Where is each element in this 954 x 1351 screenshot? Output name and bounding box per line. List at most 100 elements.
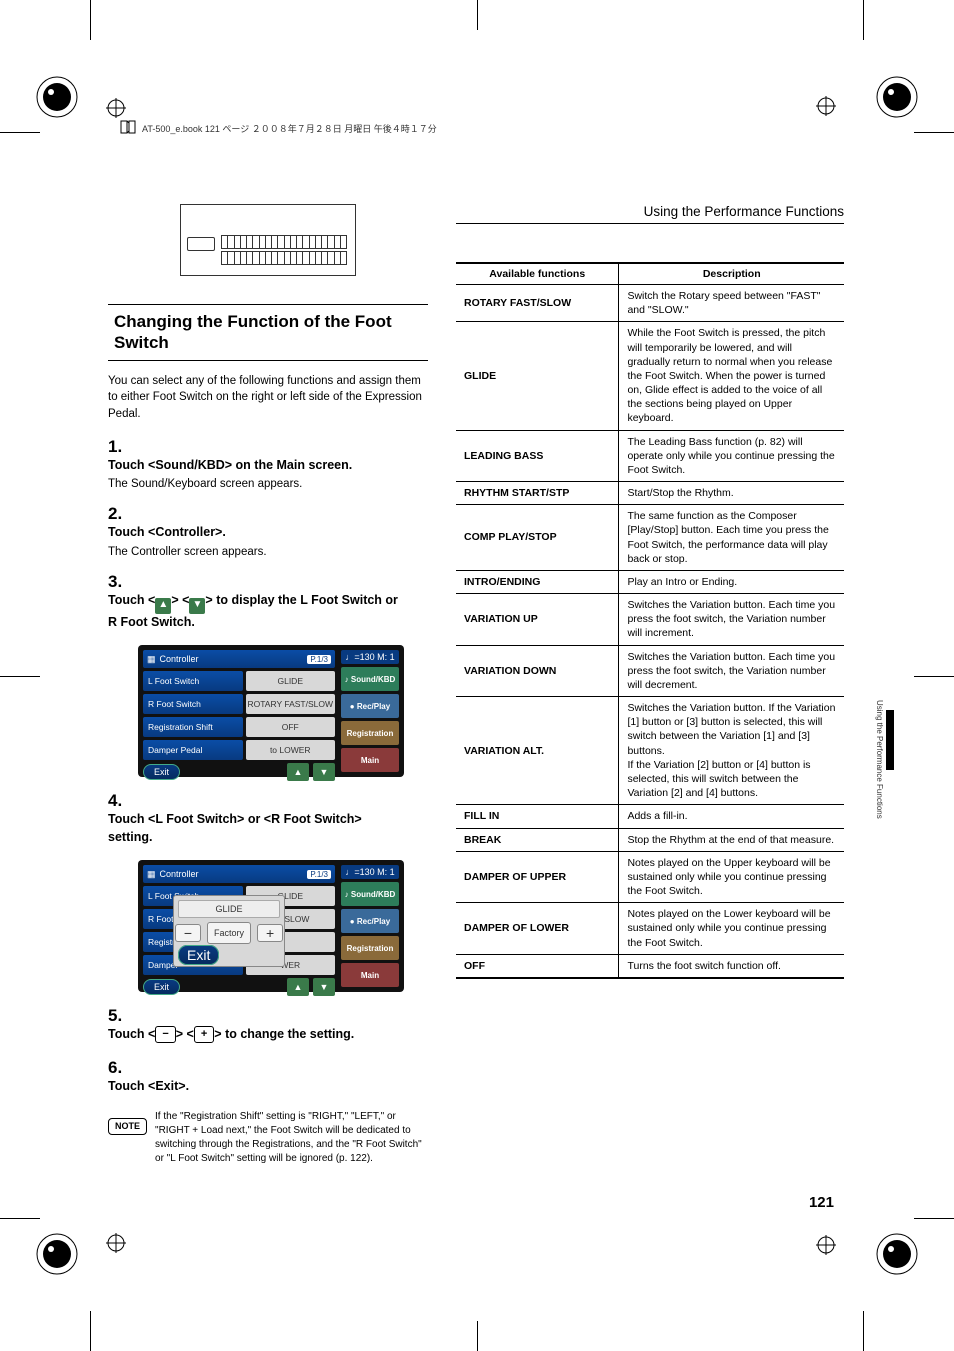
page-number: 121 [809, 1194, 834, 1211]
overlay-value: GLIDE [178, 900, 280, 918]
step-number: 5. [108, 1006, 132, 1026]
reg-mark-tr [816, 96, 836, 116]
book-icon [120, 120, 136, 136]
side-tab-label: Using the Performance Functions [875, 700, 884, 819]
step-number: 4. [108, 791, 132, 811]
note-text: If the "Registration Shift" setting is "… [155, 1110, 428, 1166]
row-value[interactable]: OFF [246, 717, 336, 737]
tempo-display: ♩=130 M: 1 [341, 865, 399, 879]
row-label[interactable]: Registration Shift [143, 717, 243, 737]
step-number: 2. [108, 504, 132, 524]
side-tab-bar [886, 710, 894, 770]
window-icon: ▦ [147, 654, 156, 665]
header-text: AT-500_e.book 121 ページ ２００８年７月２８日 月曜日 午後４… [142, 122, 437, 135]
step-title: Touch <Sound/KBD> on the Main screen. [108, 457, 400, 475]
step-title: Touch <L Foot Switch> or <R Foot Switch>… [108, 811, 400, 846]
table-row: VARIATION UPSwitches the Variation butto… [456, 594, 844, 646]
row-label[interactable]: R Foot Switch [143, 694, 243, 714]
corner-mark-bl [34, 1231, 80, 1277]
step-subtext: The Sound/Keyboard screen appears. [108, 478, 400, 490]
reg-mark-tl [106, 98, 126, 118]
overlay-exit-button[interactable]: Exit [178, 945, 219, 965]
step-number: 1. [108, 437, 132, 457]
plus-button[interactable]: + [257, 924, 283, 942]
table-row: FILL INAdds a fill-in. [456, 805, 844, 828]
row-value[interactable]: GLIDE [246, 671, 336, 691]
table-row: ROTARY FAST/SLOWSwitch the Rotary speed … [456, 285, 844, 322]
step-title: Touch <Exit>. [108, 1078, 400, 1096]
step-1: 1. Touch <Sound/KBD> on the Main screen.… [108, 437, 428, 491]
step-subtext: The Controller screen appears. [108, 546, 400, 558]
row-label[interactable]: L Foot Switch [143, 671, 243, 691]
screen-page: P.1/3 [307, 655, 331, 664]
exit-button[interactable]: Exit [143, 979, 180, 995]
arrow-up-button[interactable]: ▲ [287, 763, 309, 781]
screen-title: Controller [160, 869, 304, 879]
note-box: NOTE If the "Registration Shift" setting… [108, 1110, 428, 1166]
registration-button[interactable]: Registration [341, 721, 399, 745]
corner-mark-tl [34, 74, 80, 120]
corner-mark-br [874, 1231, 920, 1277]
arrow-down-button[interactable]: ▼ [313, 763, 335, 781]
table-row: DAMPER OF UPPERNotes played on the Upper… [456, 851, 844, 903]
corner-mark-tr [874, 74, 920, 120]
table-header: Description [619, 263, 844, 285]
table-row: LEADING BASSThe Leading Bass function (p… [456, 430, 844, 482]
rec-play-button[interactable]: ● Rec/Play [341, 909, 399, 933]
breadcrumb: Using the Performance Functions [456, 204, 844, 224]
step-6: 6. Touch <Exit>. [108, 1058, 428, 1096]
table-row: RHYTHM START/STPStart/Stop the Rhythm. [456, 482, 844, 505]
arrow-down-icon: ▼ [189, 598, 205, 614]
step-title: Touch <▲> <▼> to display the L Foot Swit… [108, 592, 400, 632]
factory-button[interactable]: Factory [207, 922, 251, 944]
step-title: Touch <−> <+> to change the setting. [108, 1026, 400, 1044]
rec-play-button[interactable]: ● Rec/Play [341, 694, 399, 718]
row-value[interactable]: ROTARY FAST/SLOW [246, 694, 336, 714]
main-button[interactable]: Main [341, 963, 399, 987]
table-row: OFFTurns the foot switch function off. [456, 954, 844, 978]
table-row: VARIATION DOWNSwitches the Variation but… [456, 645, 844, 697]
registration-button[interactable]: Registration [341, 936, 399, 960]
table-row: INTRO/ENDINGPlay an Intro or Ending. [456, 570, 844, 593]
step-number: 3. [108, 572, 132, 592]
functions-table: Available functions Description ROTARY F… [456, 262, 844, 979]
arrow-down-button[interactable]: ▼ [313, 978, 335, 996]
tempo-display: ♩=130 M: 1 [341, 650, 399, 664]
row-value[interactable]: to LOWER [246, 740, 336, 760]
step-number: 6. [108, 1058, 132, 1078]
table-row: VARIATION ALT.Switches the Variation but… [456, 697, 844, 805]
arrow-up-button[interactable]: ▲ [287, 978, 309, 996]
step-5: 5. Touch <−> <+> to change the setting. [108, 1006, 428, 1044]
step-title: Touch <Controller>. [108, 524, 400, 542]
section-heading: Changing the Function of the Foot Switch [108, 304, 428, 361]
minus-box: − [155, 1026, 175, 1043]
arrow-up-icon: ▲ [155, 598, 171, 614]
table-header: Available functions [456, 263, 619, 285]
page-header-line: AT-500_e.book 121 ページ ２００８年７月２８日 月曜日 午後４… [60, 120, 894, 204]
step-4: 4. Touch <L Foot Switch> or <R Foot Swit… [108, 791, 428, 846]
table-row: COMP PLAY/STOPThe same function as the C… [456, 505, 844, 571]
intro-text: You can select any of the following func… [108, 373, 428, 423]
right-column: Using the Performance Functions Availabl… [456, 204, 844, 1166]
screen-page: P.1/3 [307, 870, 331, 879]
exit-button[interactable]: Exit [143, 764, 180, 780]
left-column: Changing the Function of the Foot Switch… [108, 204, 428, 1166]
sound-kbd-button[interactable]: ♪ Sound/KBD [341, 667, 399, 691]
window-icon: ▦ [147, 869, 156, 880]
page-frame: AT-500_e.book 121 ページ ２００８年７月２８日 月曜日 午後４… [60, 120, 894, 1231]
reg-mark-br [816, 1235, 836, 1255]
table-row: GLIDEWhile the Foot Switch is pressed, t… [456, 322, 844, 430]
sound-kbd-button[interactable]: ♪ Sound/KBD [341, 882, 399, 906]
step-3: 3. Touch <▲> <▼> to display the L Foot S… [108, 572, 428, 632]
row-label[interactable]: Damper Pedal [143, 740, 243, 760]
table-row: BREAKStop the Rhythm at the end of that … [456, 828, 844, 851]
minus-button[interactable]: − [175, 924, 201, 942]
main-button[interactable]: Main [341, 748, 399, 772]
device-screen-2: ▦ Controller P.1/3 L Foot SwitchGLIDE R … [138, 860, 404, 992]
plus-box: + [194, 1026, 214, 1043]
screen-title: Controller [160, 654, 304, 664]
side-tab: Using the Performance Functions [876, 630, 894, 990]
step-2: 2. Touch <Controller>. The Controller sc… [108, 504, 428, 558]
device-screen-1: ▦ Controller P.1/3 L Foot SwitchGLIDE R … [138, 645, 404, 777]
table-row: DAMPER OF LOWERNotes played on the Lower… [456, 903, 844, 955]
